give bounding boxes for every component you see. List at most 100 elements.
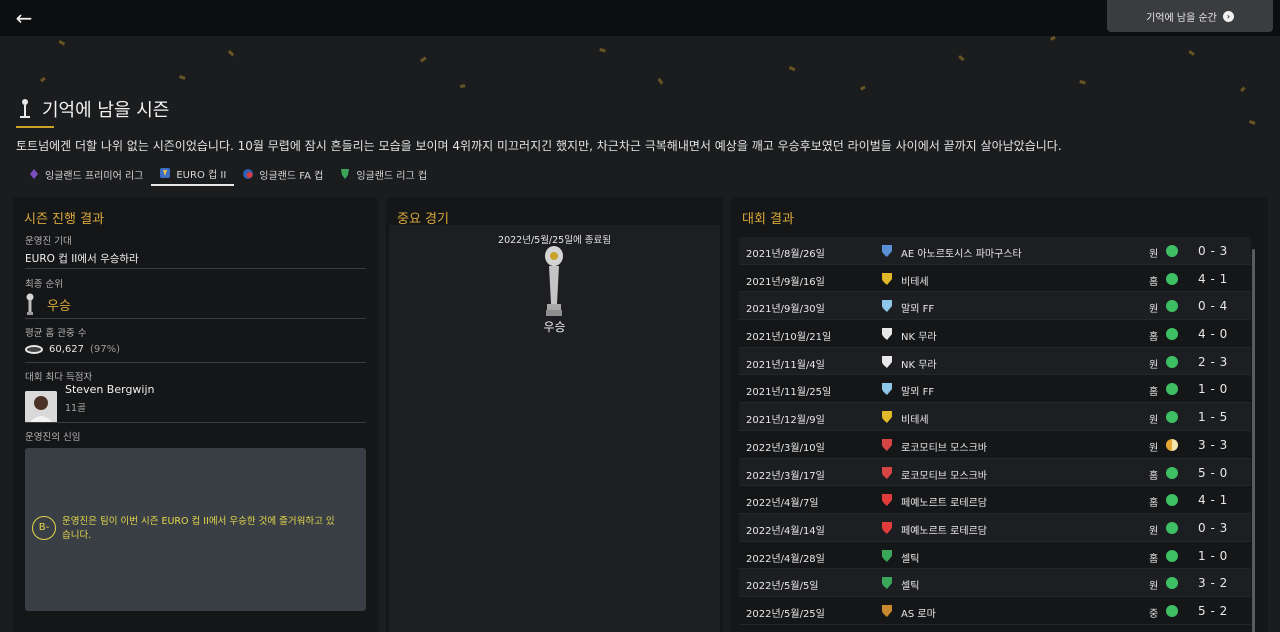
tab-premier-league[interactable]: 잉글랜드 프리미어 리그 <box>20 162 151 186</box>
title-underline <box>16 126 54 128</box>
opponent-crest-icon <box>882 355 892 368</box>
result-row[interactable]: 2021년/12월/9일 비테세 원 1 - 5 <box>739 403 1251 431</box>
result-indicator-icon <box>1166 272 1178 285</box>
match-date: 2022년/5월/5일 <box>746 581 819 593</box>
result-indicator-icon <box>1166 577 1178 590</box>
memorable-moments-button[interactable]: 기억에 남을 순간 › <box>1107 0 1273 32</box>
board-expectation: 운영진 기대 EURO 컵 II에서 우승하라 <box>25 233 366 266</box>
final-position-row: 우승 <box>25 293 366 315</box>
attendance-value: 60,627 <box>49 344 84 355</box>
competition-tabs: 잉글랜드 프리미어 리그 EURO 컵 II 잉글랜드 FA 컵 잉글랜드 리그… <box>20 162 435 188</box>
result-row[interactable]: 2021년/9월/16일 비테세 홈 4 - 1 <box>739 265 1251 293</box>
opponent-name[interactable]: 셀틱 <box>901 577 919 592</box>
key-match-date: 2022년/5월/25일에 종료됨 <box>498 235 611 246</box>
opponent-name[interactable]: AS 로마 <box>901 605 936 620</box>
match-date: 2022년/3월/10일 <box>746 442 825 454</box>
back-arrow-icon[interactable]: ← <box>12 6 36 30</box>
match-score: 4 - 0 <box>1198 327 1228 342</box>
result-row[interactable]: 2021년/10월/21일 NK 무라 홈 4 - 0 <box>739 320 1251 348</box>
opponent-name[interactable]: 셀틱 <box>901 550 919 565</box>
match-score: 0 - 3 <box>1198 244 1228 258</box>
result-indicator-icon <box>1166 549 1178 562</box>
tab-label: 잉글랜드 리그 컵 <box>356 170 428 182</box>
page-title: 기억에 남을 시즌 <box>42 100 170 121</box>
club-crest-icon <box>20 99 30 118</box>
match-date: 2021년/10월/21일 <box>746 332 832 344</box>
result-row[interactable]: 2021년/11월/4일 NK 무라 원 2 - 3 <box>739 347 1251 376</box>
result-indicator-icon <box>1166 328 1178 341</box>
top-scorer-row[interactable]: Steven Bergwijn 11골 <box>25 383 366 423</box>
opponent-crest-icon <box>882 411 892 424</box>
match-date: 2021년/11월/25일 <box>746 387 832 399</box>
result-row[interactable]: 2021년/8월/26일 AE 아노르토시스 파마구스타 원 0 - 3 <box>739 237 1251 265</box>
result-indicator-icon <box>1166 355 1178 368</box>
season-description: 토트넘에겐 더할 나위 없는 시즌이었습니다. 10월 무렵에 잠시 흔들리는 … <box>16 139 1062 153</box>
opponent-crest-icon <box>882 438 892 451</box>
opponent-name[interactable]: 비테세 <box>901 273 929 288</box>
result-row[interactable]: 2022년/4월/28일 셀틱 홈 1 - 0 <box>739 542 1251 570</box>
top-scorer-label: 대회 최다 득점자 <box>25 372 93 383</box>
crest-shape <box>882 604 892 617</box>
board-confidence: 운영진의 신임 <box>25 429 366 443</box>
tab-euro-cup[interactable]: EURO 컵 II <box>151 162 235 186</box>
crest-shape <box>882 355 892 368</box>
result-indicator-icon <box>1166 438 1178 451</box>
premier-league-icon <box>30 169 38 179</box>
result-row[interactable]: 2022년/5월/5일 셀틱 원 3 - 2 <box>739 569 1251 597</box>
top-scorer-name[interactable]: Steven Bergwijn <box>65 383 155 396</box>
board-confidence-text: 운영진은 팀이 이번 시즌 EURO 컵 II에서 우승한 것에 즐거워하고 있… <box>62 516 335 541</box>
match-venue: 홈 <box>1149 276 1159 288</box>
key-match-panel: 중요 경기 2022년/5월/25일에 종료됨 우승 <box>386 197 723 632</box>
opponent-crest-icon <box>882 245 892 257</box>
match-venue: 홈 <box>1149 470 1159 482</box>
board-confidence-label: 운영진의 신임 <box>25 432 81 443</box>
opponent-name[interactable]: 로코모티브 모스크바 <box>901 439 987 454</box>
fa-cup-icon <box>243 169 254 179</box>
key-match-card[interactable]: 2022년/5월/25일에 종료됨 우승 <box>389 225 720 632</box>
crest-shape <box>882 521 892 534</box>
top-scorer-goals: 11골 <box>65 403 86 414</box>
result-row[interactable]: 2022년/5월/25일 AS 로마 중 5 - 2 <box>739 597 1251 625</box>
result-indicator-icon <box>1166 494 1178 507</box>
opponent-name[interactable]: 페예노르트 로테르담 <box>901 522 987 537</box>
confidence-grade-badge: B- <box>32 516 56 540</box>
opponent-name[interactable]: NK 무라 <box>901 356 937 371</box>
result-indicator-icon <box>1166 383 1178 396</box>
result-row[interactable]: 2022년/3월/10일 로코모티브 모스크바 원 3 - 3 <box>739 431 1251 459</box>
opponent-crest-icon <box>882 577 892 590</box>
results-scrollbar[interactable] <box>1252 249 1255 632</box>
result-row[interactable]: 2022년/3월/17일 로코모티브 모스크바 홈 5 - 0 <box>739 458 1251 487</box>
opponent-crest-icon <box>882 604 892 617</box>
opponent-name[interactable]: 로코모티브 모스크바 <box>901 467 987 482</box>
avatar <box>25 391 57 423</box>
opponent-name[interactable]: 비테세 <box>901 411 929 426</box>
opponent-name[interactable]: NK 무라 <box>901 328 937 343</box>
match-score: 2 - 3 <box>1198 354 1228 369</box>
opponent-name[interactable]: AE 아노르토시스 파마구스타 <box>901 245 1022 260</box>
trophy-icon <box>545 246 563 316</box>
season-progress-title: 시즌 진행 결과 <box>24 212 105 227</box>
result-row[interactable]: 2021년/11월/25일 말뫼 FF 홈 1 - 0 <box>739 375 1251 404</box>
competition-results-panel: 대회 결과 2021년/8월/26일 AE 아노르토시스 파마구스타 원 0 -… <box>731 197 1268 632</box>
season-progress-panel: 시즌 진행 결과 운영진 기대 EURO 컵 II에서 우승하라 최종 순위 우… <box>13 197 378 632</box>
tab-label: EURO 컵 II <box>176 169 227 181</box>
attendance-row: 60,627 (97%) <box>25 344 366 355</box>
opponent-name[interactable]: 말뫼 FF <box>901 383 934 398</box>
opponent-name[interactable]: 말뫼 FF <box>901 300 934 315</box>
crest-shape <box>882 466 892 479</box>
match-venue: 원 <box>1149 249 1159 260</box>
title-row: 기억에 남을 시즌 <box>16 96 169 122</box>
result-row[interactable]: 2022년/4월/14일 페예노르트 로테르담 원 0 - 3 <box>739 513 1251 542</box>
results-list: 2021년/8월/26일 AE 아노르토시스 파마구스타 원 0 - 3 202… <box>739 237 1251 625</box>
opponent-crest-icon <box>882 300 892 313</box>
result-row[interactable]: 2022년/4월/7일 페예노르트 로테르담 홈 4 - 1 <box>739 486 1251 514</box>
tab-league-cup[interactable]: 잉글랜드 리그 컵 <box>331 162 435 186</box>
crest-shape <box>882 245 892 257</box>
avg-attendance-label: 평균 홈 관중 수 <box>25 328 87 339</box>
top-scorer: 대회 최다 득점자 Steven Bergwijn 11골 <box>25 369 366 423</box>
opponent-crest-icon <box>882 494 892 507</box>
result-row[interactable]: 2021년/9월/30일 말뫼 FF 원 0 - 4 <box>739 292 1251 321</box>
match-score: 5 - 0 <box>1198 465 1228 480</box>
tab-fa-cup[interactable]: 잉글랜드 FA 컵 <box>234 162 331 186</box>
opponent-name[interactable]: 페예노르트 로테르담 <box>901 494 987 509</box>
